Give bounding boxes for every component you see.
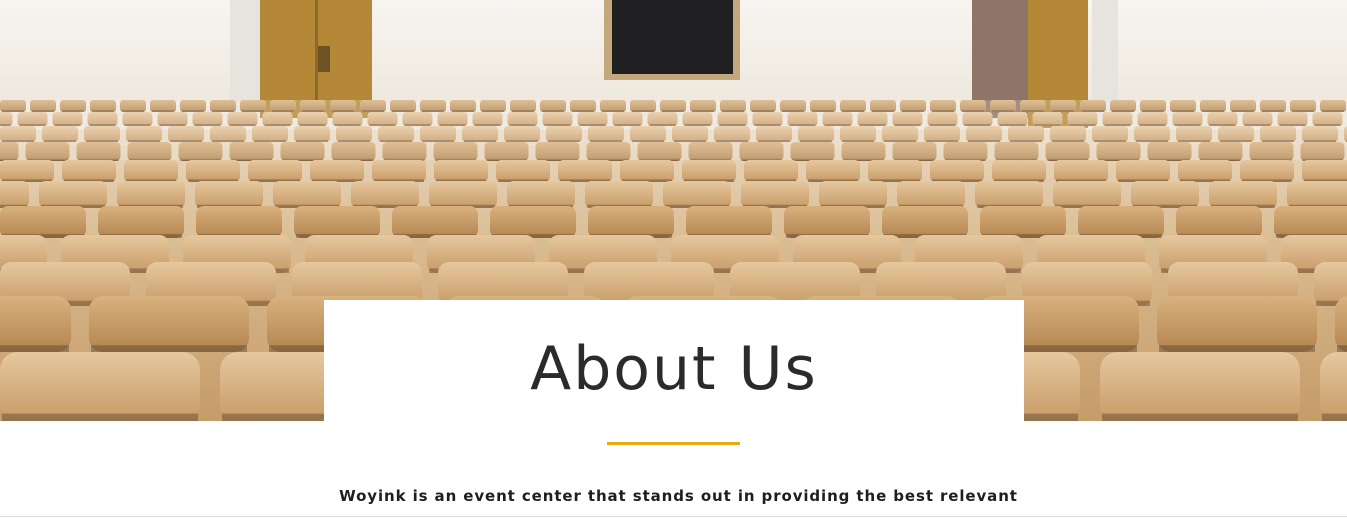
- seat-back: [351, 181, 419, 208]
- seat-shadow: [2, 413, 198, 421]
- seat-back: [588, 206, 674, 238]
- seat-back: [496, 160, 550, 182]
- seat-back: [1100, 352, 1300, 421]
- seat-back: [1131, 181, 1199, 208]
- seat-back: [0, 160, 54, 182]
- seat-back: [882, 206, 968, 238]
- seat-back: [819, 181, 887, 208]
- seat-back: [1209, 181, 1277, 208]
- seat-back: [686, 206, 772, 238]
- seat-shadow: [1102, 413, 1298, 421]
- seat-back: [186, 160, 240, 182]
- seat-back: [930, 160, 984, 182]
- seat-back: [310, 160, 364, 182]
- seat-back: [196, 206, 282, 238]
- seat-back: [1335, 296, 1347, 352]
- seat-shadow: [91, 345, 247, 352]
- seat-back: [897, 181, 965, 208]
- seat-back: [507, 181, 575, 208]
- seat-back: [1078, 206, 1164, 238]
- title-underline: [607, 442, 740, 445]
- seat-back: [273, 181, 341, 208]
- seat-back: [585, 181, 653, 208]
- seat-back: [868, 160, 922, 182]
- page-title: About Us: [530, 334, 818, 404]
- title-card: About Us: [324, 300, 1024, 421]
- seat-back: [1054, 160, 1108, 182]
- seat-back: [248, 160, 302, 182]
- about-page: About Us Woyink is an event center that …: [0, 0, 1347, 518]
- seat-back: [490, 206, 576, 238]
- seat-back: [62, 160, 116, 182]
- seat-back: [0, 206, 86, 238]
- seat-back: [39, 181, 107, 208]
- seat-back: [980, 206, 1066, 238]
- seat-back: [1157, 296, 1317, 352]
- seat-back: [0, 352, 200, 421]
- seat-back: [294, 206, 380, 238]
- seat-back: [124, 160, 178, 182]
- seat-back: [392, 206, 478, 238]
- seat-back: [195, 181, 263, 208]
- seat-back: [806, 160, 860, 182]
- seat-back: [1176, 206, 1262, 238]
- seat-back: [1274, 206, 1347, 238]
- seat-back: [682, 160, 736, 182]
- seat-back: [434, 160, 488, 182]
- seat-shadow: [1322, 413, 1347, 421]
- seat-back: [1178, 160, 1232, 182]
- seat-back: [429, 181, 497, 208]
- seat-back: [98, 206, 184, 238]
- seat-back: [1302, 160, 1347, 182]
- seat-back: [784, 206, 870, 238]
- seat-shadow: [1159, 345, 1315, 352]
- seat-back: [558, 160, 612, 182]
- seat-back: [0, 181, 29, 208]
- seat-back: [0, 296, 71, 352]
- seat-back: [1116, 160, 1170, 182]
- seat-back: [744, 160, 798, 182]
- section-divider: [0, 516, 1347, 517]
- seat-back: [1320, 352, 1347, 421]
- seat-back: [975, 181, 1043, 208]
- seat-back: [1053, 181, 1121, 208]
- seat-back: [117, 181, 185, 208]
- intro-text: Woyink is an event center that stands ou…: [339, 487, 1018, 505]
- seat-back: [620, 160, 674, 182]
- seat-back: [372, 160, 426, 182]
- seat-shadow: [1337, 345, 1347, 352]
- seat-back: [663, 181, 731, 208]
- seat-shadow: [0, 345, 69, 352]
- seat-back: [1287, 181, 1347, 208]
- seat-back: [741, 181, 809, 208]
- seat-back: [1240, 160, 1294, 182]
- seat-back: [992, 160, 1046, 182]
- seat-back: [89, 296, 249, 352]
